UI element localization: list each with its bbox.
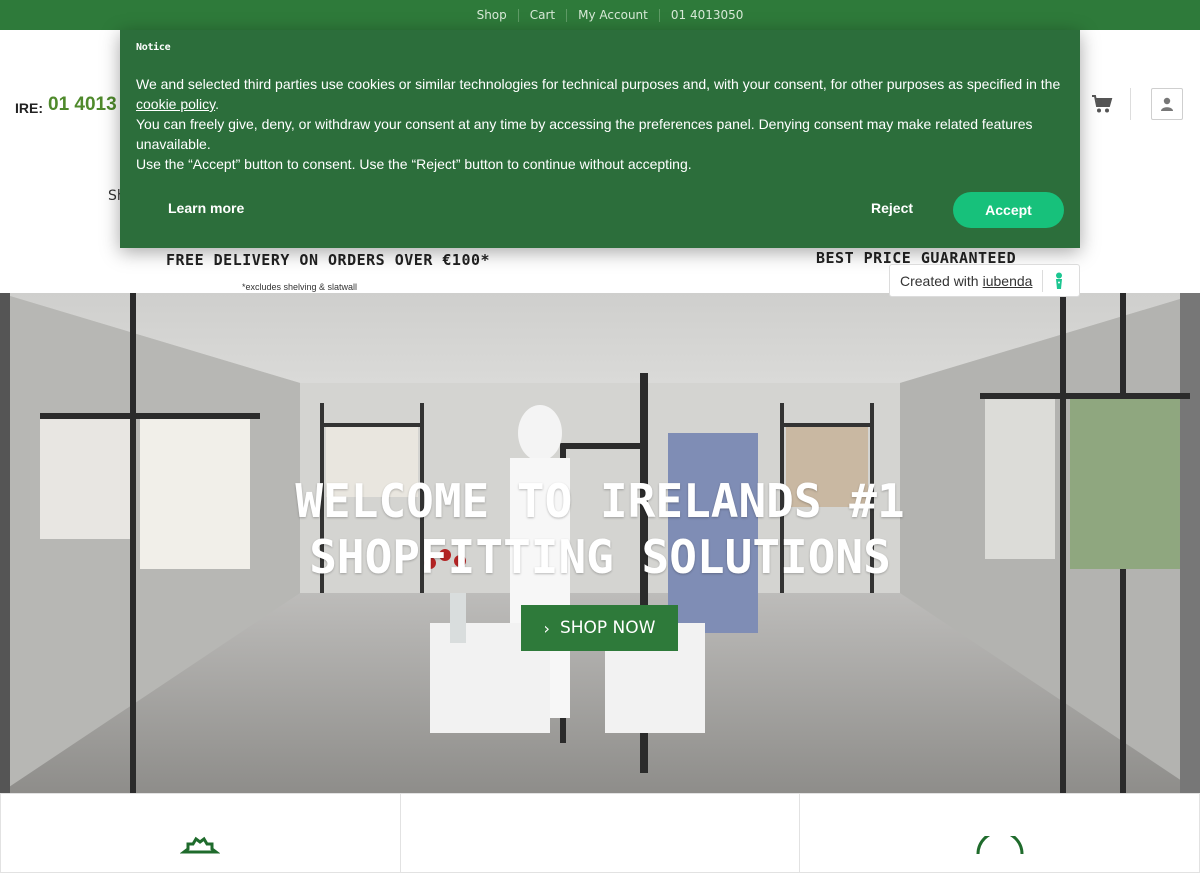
phone-label: IRE: xyxy=(15,100,43,116)
top-link-shop[interactable]: Shop xyxy=(466,8,518,22)
shop-now-button[interactable]: › SHOP NOW xyxy=(521,605,678,651)
usp-delivery-note: *excludes shelving & slatwall xyxy=(242,282,358,292)
account-button[interactable] xyxy=(1151,88,1183,120)
cookie-text-3: Use the “Accept” button to consent. Use … xyxy=(136,156,692,172)
iubenda-prefix: Created with xyxy=(900,272,979,289)
learn-more-button[interactable]: Learn more xyxy=(168,200,244,216)
cart-button[interactable] xyxy=(1090,92,1114,116)
top-link-my-account[interactable]: My Account xyxy=(566,8,659,22)
top-bar-links: Shop Cart My Account 01 4013050 xyxy=(466,8,755,22)
top-link-cart[interactable]: Cart xyxy=(517,8,566,22)
feature-row xyxy=(0,793,1200,873)
cookie-banner-heading: Notice xyxy=(136,42,171,53)
hero-banner: WELCOME TO IRELANDS #1 SHOPFITTING SOLUT… xyxy=(0,293,1200,793)
hero-title: WELCOME TO IRELANDS #1 SHOPFITTING SOLUT… xyxy=(295,474,905,584)
top-bar: Shop Cart My Account 01 4013050 xyxy=(0,0,1200,30)
usp-free-delivery: FREE DELIVERY ON ORDERS OVER €100* xyxy=(166,251,491,269)
cookie-text-1: We and selected third parties use cookie… xyxy=(136,76,1061,92)
feature-box-3 xyxy=(800,793,1200,873)
top-link-phone[interactable]: 01 4013050 xyxy=(658,8,755,22)
cookie-policy-link[interactable]: cookie policy xyxy=(136,96,215,112)
feature-box-2 xyxy=(400,793,801,873)
cookie-text-2: You can freely give, deny, or withdraw y… xyxy=(136,116,1033,152)
accept-button[interactable]: Accept xyxy=(953,192,1064,228)
iubenda-badge[interactable]: Created with iubenda xyxy=(889,264,1080,297)
iubenda-divider xyxy=(1042,269,1044,292)
phone-number[interactable]: 01 4013 xyxy=(48,94,117,116)
badge-icon xyxy=(180,836,221,854)
cookie-banner-text: We and selected third parties use cookie… xyxy=(136,74,1066,174)
user-icon xyxy=(1161,97,1173,111)
reject-button[interactable]: Reject xyxy=(871,200,913,216)
chevron-right-icon: › xyxy=(543,618,550,638)
iubenda-logo-icon xyxy=(1056,272,1063,289)
cookie-banner: Notice We and selected third parties use… xyxy=(120,30,1080,248)
cookie-text-1-end: . xyxy=(215,96,220,112)
shop-now-label: SHOP NOW xyxy=(559,618,656,638)
feature-box-1 xyxy=(0,793,401,873)
header-divider xyxy=(1130,88,1131,120)
circle-icon xyxy=(976,836,1024,855)
shopping-cart-icon xyxy=(1092,95,1113,113)
iubenda-link[interactable]: iubenda xyxy=(983,273,1033,289)
